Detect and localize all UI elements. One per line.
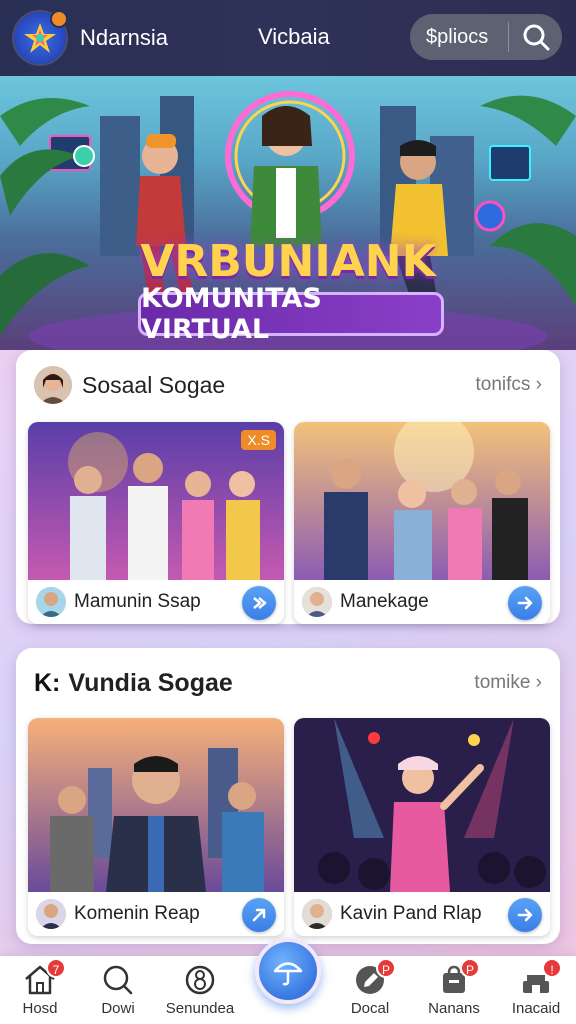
arrow-right-icon	[517, 908, 533, 922]
forward-arrow-icon	[253, 597, 267, 609]
user-avatar-icon	[302, 587, 332, 617]
user-avatar-icon	[302, 899, 332, 929]
arrow-right-icon	[517, 596, 533, 610]
nav-item-posts[interactable]: P Docal	[330, 958, 410, 1022]
chat-icon	[185, 965, 215, 995]
search-button[interactable]	[509, 14, 562, 60]
card-thumbnail	[294, 422, 550, 582]
center-title: Vicbaia	[258, 24, 330, 49]
card-footer: Mamunin Ssap	[28, 580, 284, 624]
see-more-link[interactable]: tomike ›	[474, 672, 542, 694]
nav-icon-wrap: P	[414, 958, 494, 998]
card-label: Komenin Reap	[74, 903, 200, 924]
user-avatar-icon	[36, 587, 66, 617]
user-avatar-icon	[36, 899, 66, 929]
content-card[interactable]: X.S Mamunin Ssap	[28, 422, 284, 624]
content-card[interactable]: Kavin Pand Rlap	[294, 718, 550, 936]
app-logo[interactable]	[14, 10, 68, 64]
nav-icon-wrap: !	[496, 958, 576, 998]
share-arrow-icon	[252, 908, 266, 922]
nav-label: Senundea	[165, 1000, 235, 1017]
avatar	[36, 587, 66, 617]
search-icon	[103, 965, 133, 995]
card-label: Kavin Pand Rlap	[340, 903, 482, 924]
card-footer: Kavin Pand Rlap	[294, 892, 550, 936]
nav-icon-wrap	[160, 962, 240, 998]
nav-item-shop[interactable]: P Nanans	[414, 958, 494, 1022]
nav-item-home[interactable]: 7 Hosd	[0, 958, 80, 1022]
open-button[interactable]	[508, 898, 542, 932]
card-footer: Komenin Reap	[28, 892, 284, 936]
notification-badge: !	[542, 958, 562, 978]
card-thumbnail	[294, 718, 550, 892]
avatar[interactable]	[34, 366, 72, 404]
open-button[interactable]	[508, 586, 542, 620]
nav-label: Dowi	[101, 1000, 135, 1017]
card-label: Mamunin Ssap	[74, 591, 201, 612]
nav-label: Hosd	[22, 1000, 58, 1017]
create-fab-button[interactable]	[255, 938, 321, 1004]
section-title: Sosaal Sogae	[82, 371, 226, 398]
hero-title: VRBUNIANK	[140, 236, 436, 287]
nav-icon-wrap: P	[330, 958, 410, 998]
top-bar: Ndarnsia Vicbaia $pliocs	[0, 0, 576, 76]
share-button[interactable]	[242, 586, 276, 620]
nav-label: Inacaid	[511, 1000, 561, 1017]
section-title: Vundia Sogae	[68, 668, 233, 697]
avatar	[302, 899, 332, 929]
umbrella-icon	[273, 962, 303, 986]
notification-badge: 7	[46, 958, 66, 978]
card-footer: Manekage	[294, 580, 550, 624]
share-button[interactable]	[242, 898, 276, 932]
search-pill-text[interactable]: $pliocs	[410, 26, 508, 49]
notification-badge: P	[459, 958, 480, 978]
search-icon	[523, 24, 549, 51]
nav-item-store[interactable]: ! Inacaid	[496, 958, 576, 1022]
nav-icon-wrap	[78, 962, 158, 998]
avatar	[302, 587, 332, 617]
star-logo-icon	[24, 23, 56, 53]
section-video: K: Vundia Sogae tomike › Komenin Reap Ka…	[16, 648, 560, 944]
card-label: Manekage	[340, 591, 429, 612]
bottom-navigation: 7 Hosd Dowi Senundea P Docal P Nanans ! …	[0, 938, 576, 1024]
hero-subtitle: KOMUNITAS VIRTUAL	[141, 283, 322, 345]
card-thumbnail	[28, 718, 284, 892]
nav-label: Docal	[350, 1000, 390, 1017]
nav-icon-wrap: 7	[0, 958, 80, 998]
logo-notification-dot	[50, 10, 68, 28]
card-badge: X.S	[241, 430, 276, 450]
hero-subtitle-box: KOMUNITAS VIRTUAL	[138, 283, 444, 345]
search-pill[interactable]: $pliocs	[410, 14, 562, 60]
section-prefix: K:	[34, 668, 61, 697]
content-card[interactable]: Komenin Reap	[28, 718, 284, 936]
content-card[interactable]: Manekage	[294, 422, 550, 624]
nav-label: Nanans	[428, 1000, 480, 1017]
notification-badge: P	[375, 958, 396, 978]
nav-item-chat[interactable]: Senundea	[160, 962, 240, 1022]
app-name: Ndarnsia	[80, 25, 169, 50]
see-more-link[interactable]: tonifcs ›	[475, 374, 542, 396]
section-social: Sosaal Sogae tonifcs › X.S Mamunin Ssap …	[16, 350, 560, 624]
hero-banner[interactable]: VRBUNIANK KOMUNITAS VIRTUAL	[0, 76, 576, 350]
user-avatar-icon	[34, 366, 72, 404]
nav-item-search[interactable]: Dowi	[78, 962, 158, 1022]
avatar	[36, 899, 66, 929]
